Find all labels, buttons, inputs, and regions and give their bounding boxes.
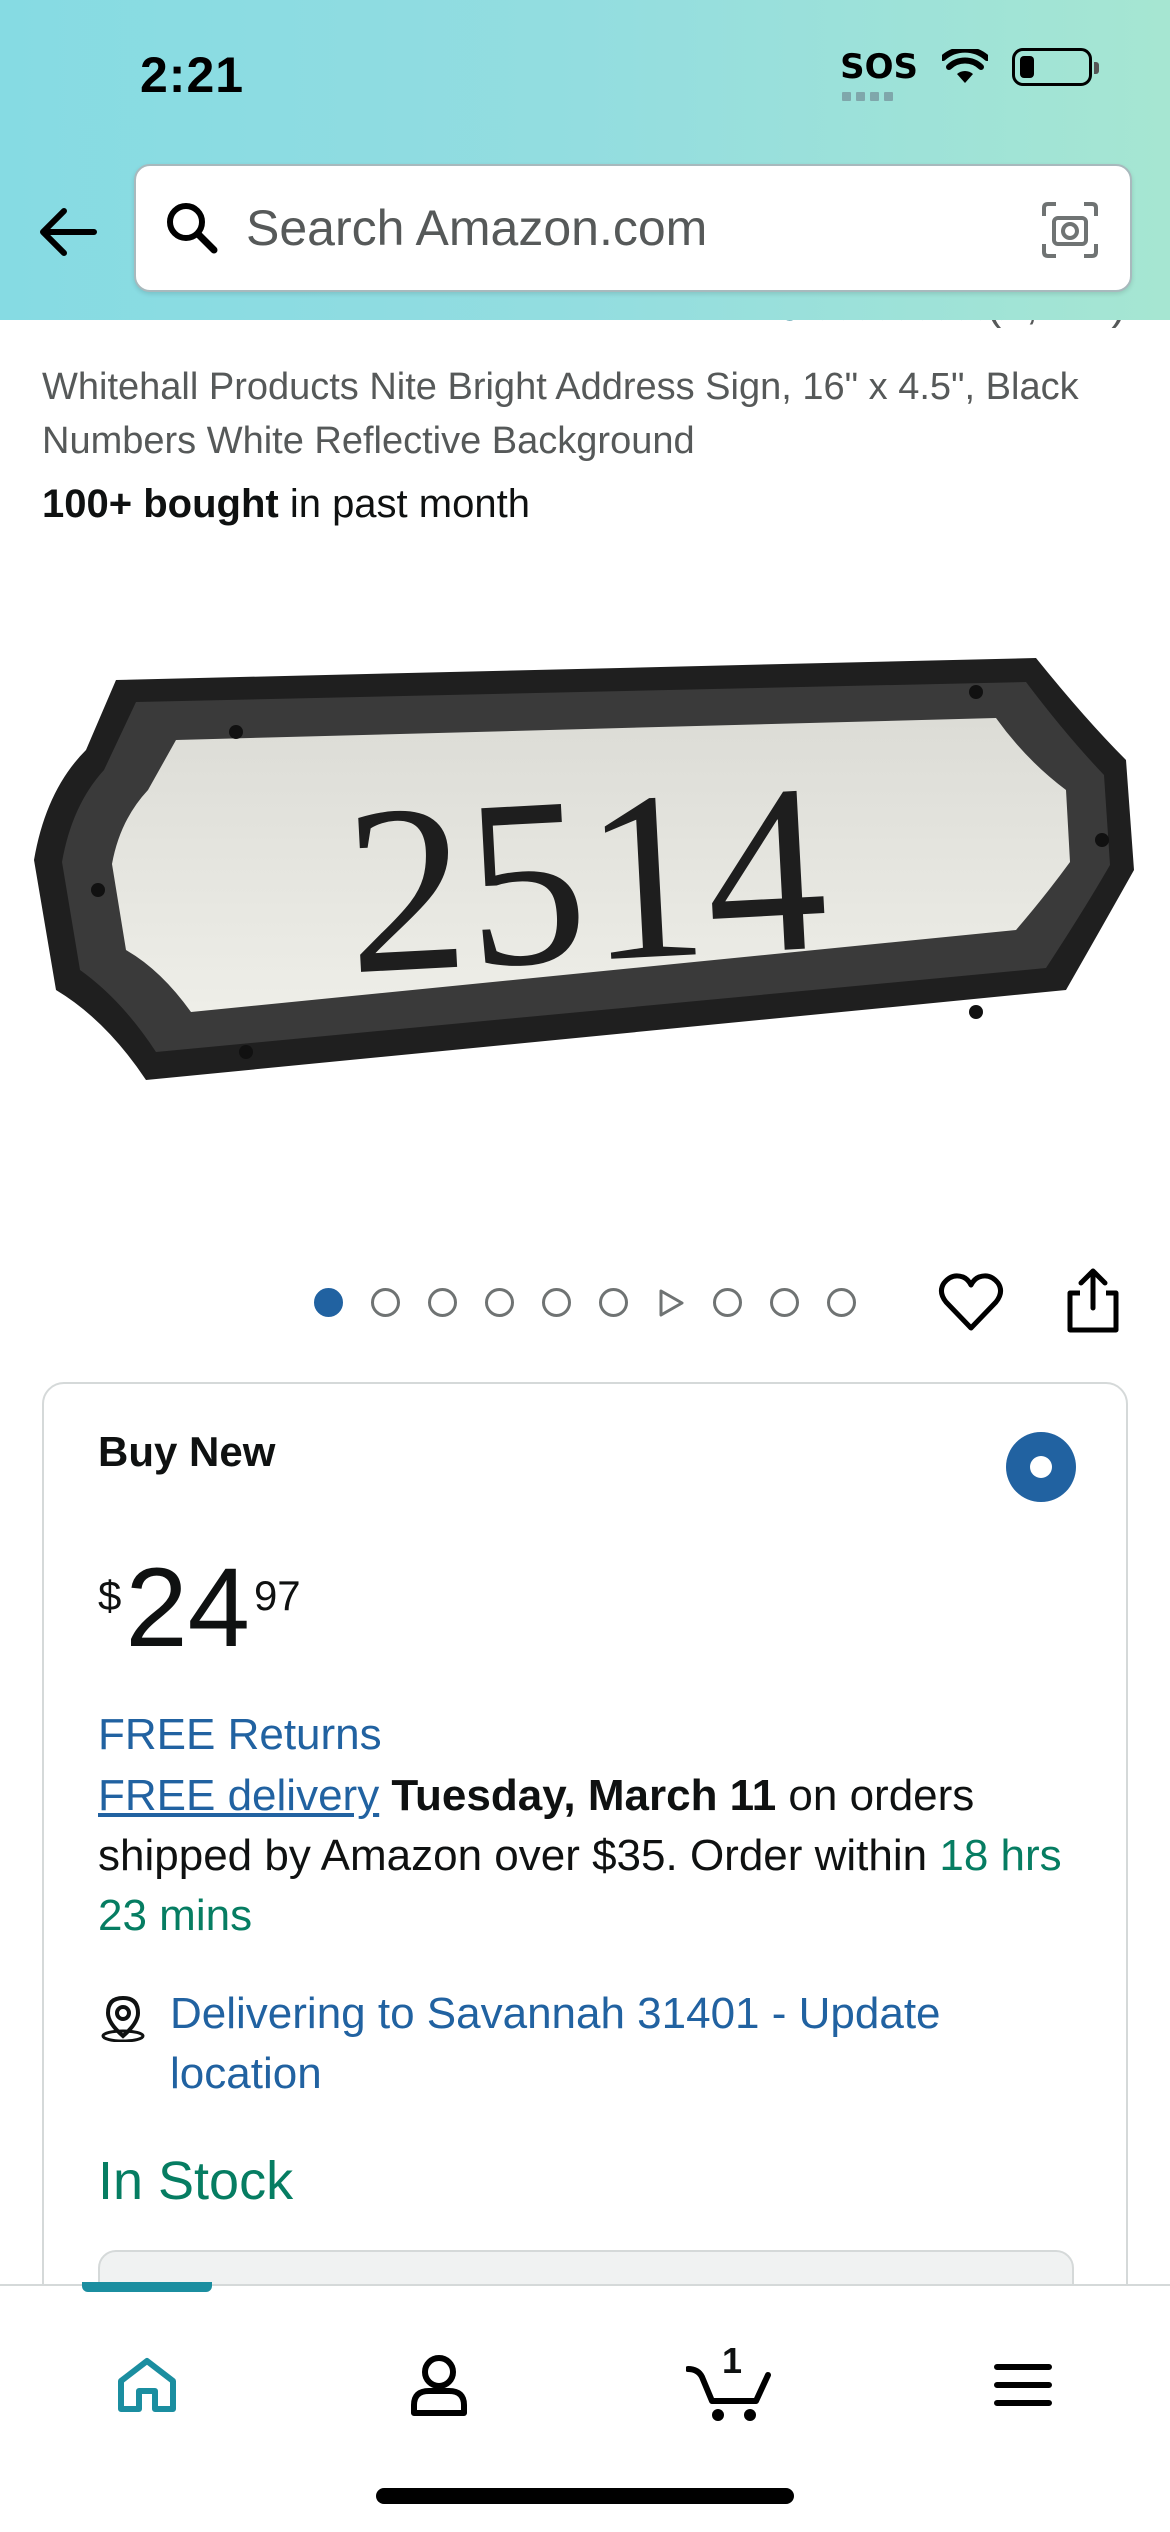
bought-rest: in past month [278, 482, 530, 526]
back-arrow-icon [40, 208, 97, 256]
sos-indicator: SOS [840, 47, 918, 101]
bought-count: 100+ bought in past month [42, 482, 530, 527]
bought-bold: 100+ bought [42, 482, 279, 526]
carousel-video-icon[interactable] [656, 1288, 685, 1317]
back-button[interactable] [36, 200, 100, 264]
account-icon [411, 2355, 467, 2416]
carousel-dot[interactable] [428, 1288, 457, 1317]
nav-menu[interactable] [968, 2330, 1078, 2440]
search-input[interactable] [246, 199, 1006, 257]
location-pin-icon [101, 1995, 145, 2042]
share-icon[interactable] [1058, 1266, 1128, 1336]
product-image-number: 2514 [339, 734, 832, 1025]
wifi-icon [942, 49, 988, 83]
nav-account[interactable] [384, 2330, 494, 2440]
delivery-location[interactable]: Delivering to Savannah 31401 - Update lo… [98, 1984, 1088, 2104]
price-whole: 24 [125, 1545, 250, 1670]
price: $ 24 97 [98, 1552, 301, 1664]
status-time: 2:21 [140, 47, 245, 103]
sos-label: SOS [840, 47, 918, 87]
active-tab-indicator [82, 2282, 212, 2292]
search-icon [162, 198, 222, 258]
location-link[interactable]: Delivering to Savannah 31401 - Update lo… [170, 1984, 1088, 2104]
price-fraction: 97 [253, 1572, 301, 1619]
carousel-dot[interactable] [542, 1288, 571, 1317]
stock-status: In Stock [98, 2151, 294, 2211]
price-symbol: $ [98, 1572, 122, 1619]
battery-icon [1012, 48, 1099, 86]
header: 2:21 SOS [0, 0, 1170, 320]
sos-dots [842, 92, 894, 101]
buy-new-heading: Buy New [98, 1428, 276, 1475]
buy-new-radio[interactable] [1006, 1432, 1076, 1502]
carousel-dot[interactable] [485, 1288, 514, 1317]
carousel-dot[interactable] [713, 1288, 742, 1317]
menu-icon [994, 2364, 1052, 2406]
carousel-dot[interactable] [371, 1288, 400, 1317]
nav-cart[interactable]: 1 [676, 2330, 786, 2440]
carousel-dot[interactable] [770, 1288, 799, 1317]
carousel-dot[interactable] [314, 1288, 343, 1317]
cart-count: 1 [722, 2340, 743, 2381]
delivery-info: FREE delivery Tuesday, March 11 on order… [98, 1766, 1088, 1946]
image-carousel-dots [314, 1288, 856, 1317]
free-returns-link[interactable]: FREE Returns [98, 1710, 382, 1760]
carousel-dot[interactable] [827, 1288, 856, 1317]
delivery-date: Tuesday, March 11 [391, 1771, 777, 1820]
home-indicator[interactable] [376, 2488, 794, 2504]
search-bar[interactable] [134, 164, 1132, 292]
product-image[interactable]: 2514 [26, 640, 1146, 1100]
free-delivery-link[interactable]: FREE delivery [98, 1771, 379, 1820]
home-icon [118, 2358, 176, 2412]
camera-search-icon[interactable] [1040, 200, 1100, 260]
nav-home[interactable] [92, 2330, 202, 2440]
status-icons: SOS [840, 47, 1099, 101]
carousel-dot[interactable] [599, 1288, 628, 1317]
product-title: Whitehall Products Nite Bright Address S… [42, 366, 1079, 462]
heart-icon[interactable] [936, 1268, 1006, 1338]
